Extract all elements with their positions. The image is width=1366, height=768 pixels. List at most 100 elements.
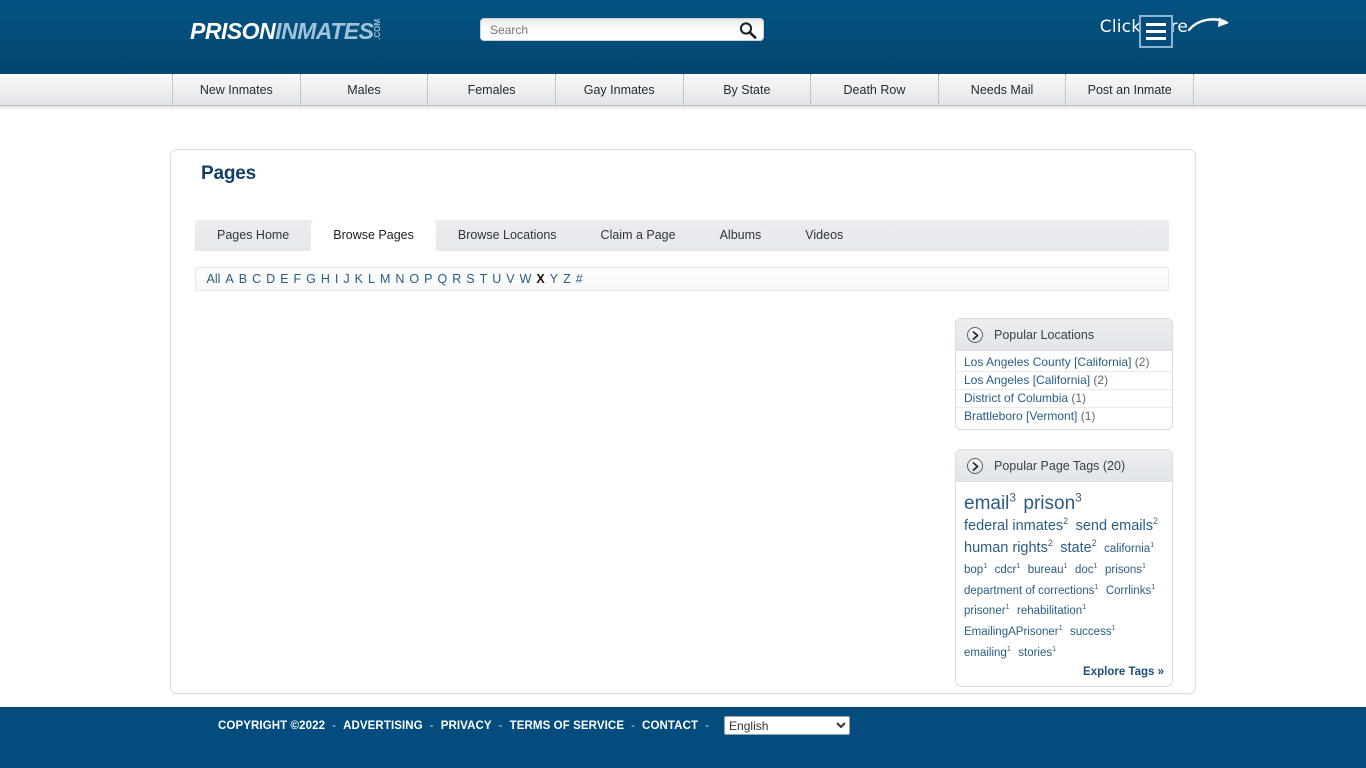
tag-link[interactable]: california1 bbox=[1104, 541, 1154, 555]
alpha-filter-j[interactable]: J bbox=[341, 268, 352, 290]
tag-link[interactable]: prisoner1 bbox=[964, 604, 1010, 618]
tag-count: 3 bbox=[1009, 492, 1016, 505]
tag-count: 1 bbox=[983, 561, 988, 570]
alpha-filter-n[interactable]: N bbox=[393, 268, 407, 290]
logo-part-inmates: INMATES bbox=[275, 18, 374, 44]
footer-link-terms-of-service[interactable]: TERMS OF SERVICE bbox=[510, 720, 625, 732]
alpha-filter-c[interactable]: C bbox=[250, 268, 264, 290]
tab-browse-locations[interactable]: Browse Locations bbox=[436, 220, 579, 251]
tag-link[interactable]: emailing1 bbox=[964, 645, 1011, 659]
location-row[interactable]: Los Angeles [California] (2) bbox=[956, 372, 1172, 390]
alpha-filter-d[interactable]: D bbox=[264, 268, 278, 290]
tag-label: email bbox=[964, 493, 1010, 515]
nav-item-needs-mail[interactable]: Needs Mail bbox=[939, 74, 1067, 106]
tag-count: 1 bbox=[1151, 582, 1156, 591]
footer-link-contact[interactable]: CONTACT bbox=[642, 720, 698, 732]
location-row[interactable]: Los Angeles County [California] (2) bbox=[956, 354, 1172, 372]
location-row[interactable]: District of Columbia (1) bbox=[956, 390, 1172, 408]
alpha-filter-z[interactable]: Z bbox=[561, 268, 574, 290]
alpha-filter-s[interactable]: S bbox=[464, 268, 477, 290]
language-select[interactable]: English bbox=[724, 716, 851, 735]
location-row[interactable]: Brattleboro [Vermont] (1) bbox=[956, 408, 1172, 425]
alpha-filter-q[interactable]: Q bbox=[435, 268, 450, 290]
nav-item-death-row[interactable]: Death Row bbox=[811, 74, 939, 106]
tab-videos[interactable]: Videos bbox=[783, 220, 865, 251]
tag-count: 2 bbox=[1152, 516, 1158, 527]
explore-tags-link[interactable]: Explore Tags » bbox=[956, 664, 1172, 686]
alpha-filter-hash[interactable]: # bbox=[573, 268, 585, 290]
alpha-filter-m[interactable]: M bbox=[377, 268, 392, 290]
nav-item-females[interactable]: Females bbox=[428, 74, 556, 106]
tag-label: Corrlinks bbox=[1105, 584, 1152, 597]
curved-arrow-icon bbox=[1187, 16, 1234, 38]
tab-pages-home[interactable]: Pages Home bbox=[195, 220, 311, 251]
tag-link[interactable]: send emails2 bbox=[1076, 516, 1158, 534]
search-input[interactable] bbox=[481, 19, 731, 40]
alpha-filter-l[interactable]: L bbox=[365, 268, 377, 290]
alpha-filter-p[interactable]: P bbox=[422, 268, 435, 290]
tag-link[interactable]: state2 bbox=[1060, 538, 1096, 556]
alpha-filter-h[interactable]: H bbox=[318, 268, 332, 290]
tag-count: 1 bbox=[1094, 582, 1099, 591]
alpha-filter-f[interactable]: F bbox=[291, 268, 304, 290]
page-body: Pages Pages Home Browse Pages Browse Loc… bbox=[0, 111, 1366, 707]
alpha-filter-v[interactable]: V bbox=[504, 268, 517, 290]
alpha-filter-o[interactable]: O bbox=[407, 268, 422, 290]
tab-claim-a-page[interactable]: Claim a Page bbox=[579, 220, 698, 251]
popular-page-tags-header[interactable]: Popular Page Tags (20) bbox=[956, 450, 1172, 482]
footer-link-advertising[interactable]: ADVERTISING bbox=[343, 720, 423, 732]
tag-count: 2 bbox=[1047, 538, 1053, 549]
tab-albums[interactable]: Albums bbox=[698, 220, 784, 251]
alpha-filter-u[interactable]: U bbox=[490, 268, 504, 290]
nav-item-post-an-inmate[interactable]: Post an Inmate bbox=[1066, 74, 1194, 106]
nav-item-by-state[interactable]: By State bbox=[684, 74, 812, 106]
alpha-filter-t[interactable]: T bbox=[477, 268, 490, 290]
search-box[interactable] bbox=[480, 18, 764, 41]
alpha-filter-e[interactable]: E bbox=[278, 268, 291, 290]
nav-item-males[interactable]: Males bbox=[301, 74, 429, 106]
tag-link[interactable]: EmailingAPrisoner1 bbox=[964, 624, 1063, 638]
nav-item-new-inmates[interactable]: New Inmates bbox=[172, 74, 301, 106]
search-icon[interactable] bbox=[738, 21, 758, 40]
alpha-filter-x[interactable]: X bbox=[534, 268, 547, 290]
tag-count: 1 bbox=[1142, 561, 1147, 570]
hamburger-menu-icon[interactable] bbox=[1139, 15, 1173, 48]
tag-count: 1 bbox=[1016, 561, 1021, 570]
tag-link[interactable]: federal inmates2 bbox=[964, 516, 1068, 534]
tag-link[interactable]: cdcr1 bbox=[995, 561, 1021, 576]
tag-label: prisoner bbox=[964, 605, 1006, 618]
tag-link[interactable]: prison3 bbox=[1023, 492, 1081, 515]
tab-browse-pages[interactable]: Browse Pages bbox=[311, 220, 436, 251]
alpha-filter-a[interactable]: A bbox=[223, 268, 236, 290]
alpha-filter-y[interactable]: Y bbox=[547, 268, 560, 290]
tag-link[interactable]: bureau1 bbox=[1028, 562, 1068, 576]
tag-link[interactable]: Corrlinks1 bbox=[1105, 582, 1156, 597]
popular-locations-panel: Popular Locations Los Angeles County [Ca… bbox=[955, 318, 1173, 430]
tag-link[interactable]: stories1 bbox=[1018, 645, 1056, 659]
tag-link[interactable]: bop1 bbox=[964, 561, 988, 576]
tag-label: prison bbox=[1023, 493, 1076, 515]
tag-link[interactable]: success1 bbox=[1070, 624, 1116, 638]
alpha-filter-i[interactable]: I bbox=[332, 268, 340, 290]
tag-link[interactable]: rehabilitation1 bbox=[1017, 604, 1086, 618]
alpha-filter-b[interactable]: B bbox=[236, 268, 249, 290]
alpha-filter-w[interactable]: W bbox=[517, 268, 534, 290]
tab-bar: Pages Home Browse Pages Browse Locations… bbox=[195, 220, 1169, 251]
location-count: (1) bbox=[1068, 391, 1087, 405]
footer-link-privacy[interactable]: PRIVACY bbox=[441, 720, 492, 732]
tag-link[interactable]: department of corrections1 bbox=[964, 582, 1099, 597]
site-logo[interactable]: PRISONINMATES.COM bbox=[190, 18, 382, 45]
alpha-filter-g[interactable]: G bbox=[304, 268, 319, 290]
alphabet-filter: All A B C D E F G H I J K L M N O P Q R S T U V W X Y Z # bbox=[195, 267, 1169, 291]
tag-link[interactable]: email3 bbox=[964, 492, 1016, 515]
tag-link[interactable]: prisons1 bbox=[1105, 561, 1147, 576]
nav-item-gay-inmates[interactable]: Gay Inmates bbox=[556, 74, 684, 106]
popular-locations-header[interactable]: Popular Locations bbox=[956, 319, 1172, 351]
tag-link[interactable]: human rights2 bbox=[964, 538, 1053, 556]
tag-label: bop bbox=[964, 563, 984, 576]
content-card: Pages Pages Home Browse Pages Browse Loc… bbox=[170, 149, 1196, 694]
alpha-filter-r[interactable]: R bbox=[450, 268, 464, 290]
alpha-filter-k[interactable]: K bbox=[352, 268, 365, 290]
tag-link[interactable]: doc1 bbox=[1075, 562, 1098, 576]
alpha-filter-all[interactable]: All bbox=[204, 268, 223, 290]
